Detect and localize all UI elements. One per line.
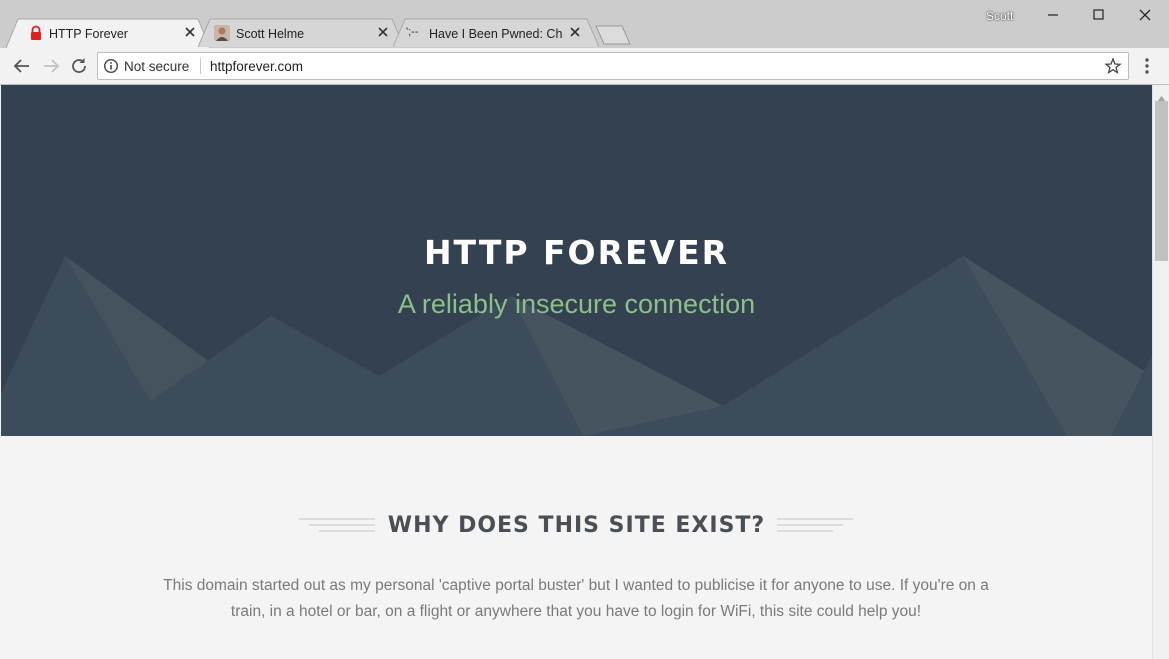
profile-name[interactable]: Scott (986, 9, 1013, 23)
reload-icon[interactable] (68, 55, 90, 77)
heading-decoration-right (777, 518, 853, 532)
scrollbar-thumb[interactable] (1155, 101, 1168, 261)
section-heading: WHY DOES THIS SITE EXIST? (387, 513, 766, 538)
tab-title: Scott Helme (236, 27, 305, 41)
bookmark-star-icon[interactable] (1104, 57, 1122, 75)
tab-title: Have I Been Pwned: Chec (429, 27, 562, 41)
tab-have-i-been-pwned[interactable]: ';-- Have I Been Pwned: Chec (393, 18, 599, 48)
close-tab-icon[interactable] (375, 24, 391, 40)
hibp-icon: ';-- (406, 26, 419, 38)
new-tab-button[interactable] (594, 25, 632, 45)
close-tab-icon[interactable] (182, 24, 198, 40)
avatar-icon (214, 25, 230, 41)
minimize-button[interactable] (1030, 0, 1076, 30)
hero-subtitle: A reliably insecure connection (397, 289, 756, 319)
scroll-up-arrow-icon[interactable] (1157, 89, 1166, 102)
page-viewport: HTTP FOREVER A reliably insecure connect… (1, 85, 1152, 659)
close-window-button[interactable] (1122, 0, 1168, 30)
tab-scott-helme[interactable]: Scott Helme (198, 18, 404, 48)
info-icon[interactable] (103, 58, 119, 74)
tab-http-forever[interactable]: HTTP Forever (6, 18, 210, 48)
section-body-text: This domain started out as my personal '… (163, 577, 989, 620)
forward-arrow-icon[interactable] (40, 55, 62, 77)
vertical-scrollbar[interactable] (1152, 85, 1169, 659)
lock-icon (28, 25, 44, 41)
maximize-button[interactable] (1076, 0, 1122, 30)
menu-dots-icon[interactable] (1137, 56, 1157, 76)
address-bar[interactable]: Not secure httpforever.com (97, 52, 1129, 80)
url-text[interactable]: httpforever.com (210, 59, 303, 74)
browser-toolbar: Not secure httpforever.com (0, 48, 1169, 85)
tab-title: HTTP Forever (49, 27, 128, 41)
hero-title: HTTP FOREVER (423, 233, 730, 272)
hero-banner: HTTP FOREVER A reliably insecure connect… (1, 85, 1152, 436)
security-status[interactable]: Not secure (124, 59, 189, 74)
back-arrow-icon[interactable] (11, 55, 33, 77)
divider (200, 58, 201, 74)
close-tab-icon[interactable] (567, 24, 583, 40)
browser-titlebar: HTTP Forever Scott Helme ';-- Have I Bee… (0, 0, 1169, 48)
